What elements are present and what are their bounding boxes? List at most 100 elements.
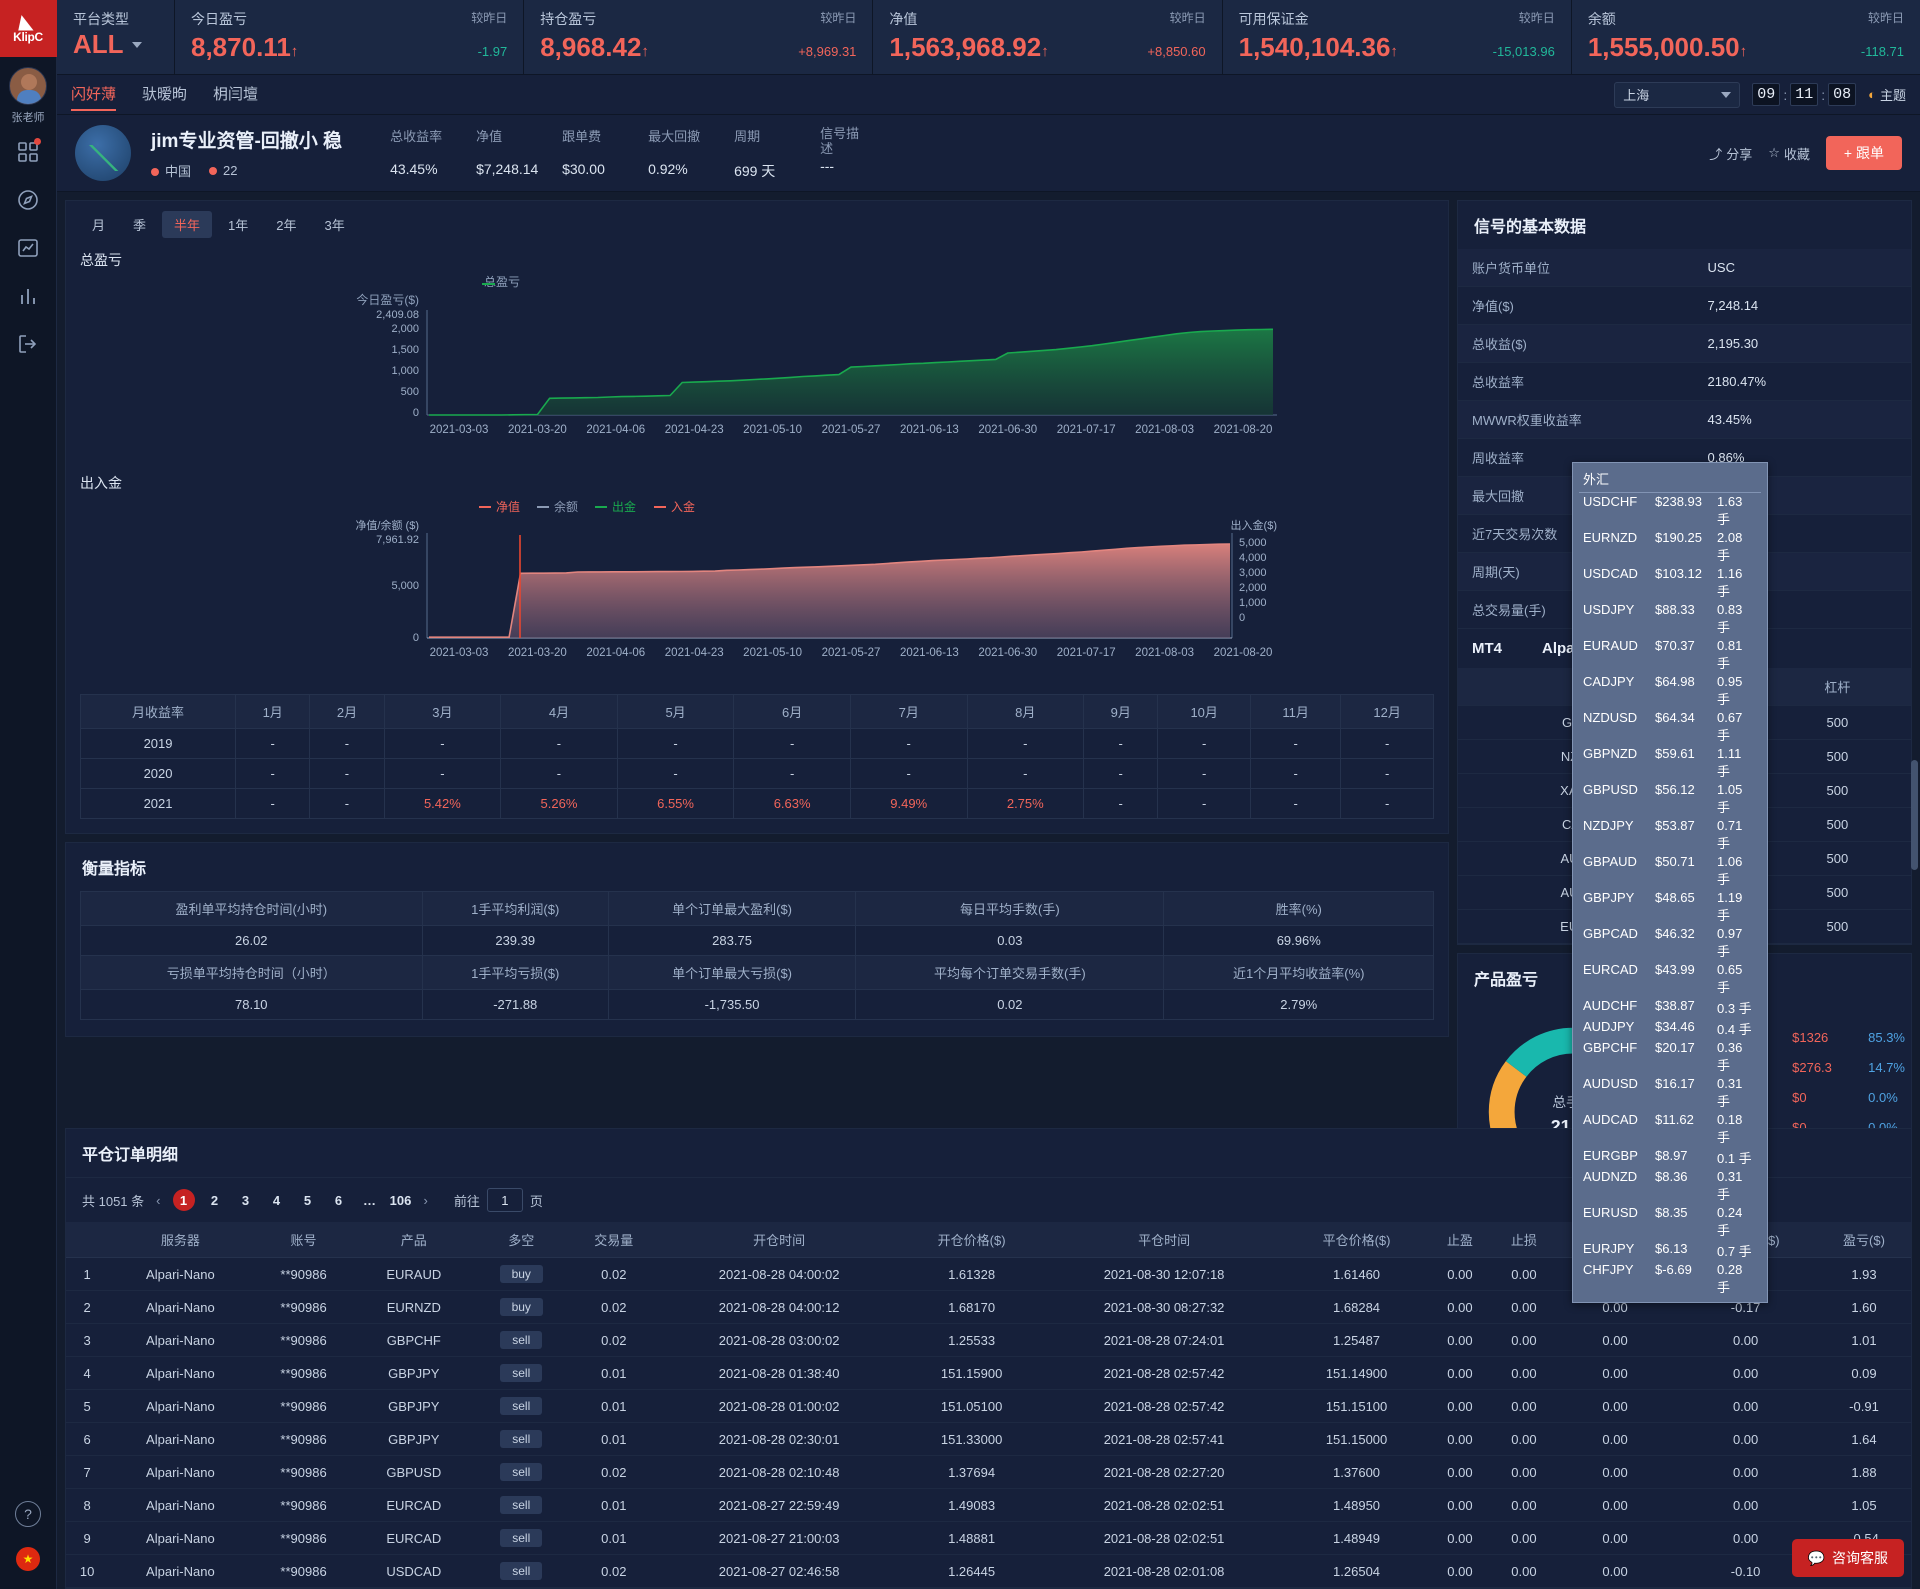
dashboard-icon[interactable]: [15, 138, 41, 165]
summary-label: 余额: [1587, 11, 1616, 27]
page-2[interactable]: 2: [204, 1189, 226, 1211]
page-scrollbar[interactable]: [1911, 760, 1918, 870]
period-tab-3y[interactable]: 3年: [313, 211, 357, 238]
deposit-withdraw-chart: 净值 余额 出金 入金 净值/余额 ($) 7,961.92 5,000 0 出: [355, 499, 1277, 659]
nav-tab-0[interactable]: 闪好薄: [71, 75, 117, 115]
city-value: 上海: [1623, 88, 1650, 103]
order-close-price: 1.68284: [1285, 1290, 1428, 1324]
page-4[interactable]: 4: [266, 1189, 288, 1211]
platform-type-cell[interactable]: 平台类型 ALL: [57, 0, 175, 74]
monthly-cell: -: [966, 758, 1085, 789]
product-leverage: 500: [1763, 841, 1911, 876]
share-button[interactable]: ⤴ 分享: [1709, 144, 1752, 163]
avatar[interactable]: [9, 67, 47, 105]
monthly-cell: -: [235, 728, 311, 759]
signal-stat-label: 最大回撤: [648, 128, 701, 144]
favorite-button[interactable]: ☆ 收藏: [1768, 144, 1810, 163]
orders-col-14: 盈亏($): [1817, 1222, 1911, 1258]
product-leverage: 500: [1763, 807, 1911, 842]
order-index: 7: [66, 1455, 109, 1489]
order-volume: 0.02: [569, 1323, 659, 1357]
page-1[interactable]: 1: [172, 1189, 195, 1211]
order-tp: 0.00: [1427, 1290, 1492, 1324]
clock: 09 : 11 : 08: [1752, 83, 1857, 106]
order-open-time: 2021-08-28 01:38:40: [658, 1356, 901, 1390]
period-tab-quarter[interactable]: 季: [121, 211, 158, 238]
order-close-time: 2021-08-28 02:27:20: [1042, 1455, 1286, 1489]
table-row[interactable]: 8 Alpari-Nano **90986 EURCAD sell 0.01 2021-08…: [66, 1488, 1911, 1522]
order-open-price: 151.05100: [900, 1389, 1043, 1423]
signal-stat-4: 周期 699 天: [734, 126, 820, 181]
signal-stats: 总收益率 43.45% 净值 $7,248.14 跟单费 $30.00 最大回撤…: [390, 126, 930, 181]
signal-stat-value: $7,248.14: [476, 160, 539, 177]
platform-select[interactable]: ALL: [73, 29, 158, 60]
table-row: 2020- - - - - - - - - - - -: [79, 758, 1434, 789]
order-index: 10: [66, 1554, 109, 1588]
monthly-cell: -: [309, 788, 385, 819]
order-server: Alpari-Nano: [108, 1257, 253, 1291]
orders-col-3: 产品: [354, 1222, 473, 1258]
table-row[interactable]: 9 Alpari-Nano **90986 EURCAD sell 0.01 2021-08…: [66, 1521, 1911, 1555]
monthly-col-5: 5月: [616, 694, 735, 729]
logout-icon[interactable]: [15, 331, 41, 357]
page-6[interactable]: 6: [328, 1189, 350, 1211]
order-sl: 0.00: [1491, 1422, 1556, 1456]
follow-button[interactable]: + 跟单: [1825, 136, 1902, 170]
table-row[interactable]: 10 Alpari-Nano **90986 USDCAD sell 0.02 2021-0…: [66, 1554, 1911, 1588]
city-select[interactable]: 上海: [1614, 81, 1741, 108]
palette-icon: ◐: [1868, 87, 1876, 102]
period-tab-half-year[interactable]: 半年: [162, 211, 213, 238]
page-5[interactable]: 5: [297, 1189, 319, 1211]
compass-icon[interactable]: [15, 187, 41, 213]
period-tab-1y[interactable]: 1年: [216, 211, 260, 238]
customer-service-button[interactable]: 💬 咨询客服: [1791, 1539, 1904, 1577]
period-tab-month[interactable]: 月: [80, 211, 117, 238]
summary-bar: 平台类型 ALL 今日盈亏 较昨日 8,870.11↑ -1.97 持仓盈亏 较…: [57, 0, 1920, 75]
order-fee: 0.00: [1555, 1488, 1675, 1522]
table-row[interactable]: 6 Alpari-Nano **90986 GBPJPY sell 0.01 2021-08…: [66, 1422, 1911, 1456]
table-row[interactable]: 3 Alpari-Nano **90986 GBPCHF sell 0.02 2021-08…: [66, 1323, 1911, 1357]
metrics-panel: 衡量指标 盈利单平均持仓时间(小时) 1手平均利润($) 单个订单最大盈利($) 每日…: [65, 842, 1449, 1037]
trend-icon[interactable]: [15, 235, 41, 261]
total-pnl-chart: 总盈亏 今日盈亏($) 2,409.08 2,000 1,500 1,000 5…: [356, 275, 1277, 436]
metrics-title: 衡量指标: [82, 861, 147, 878]
order-account: **90986: [252, 1554, 355, 1588]
tooltip-symbol: NZDUSD: [1583, 710, 1638, 725]
nav-tab-2[interactable]: 枂闫壇: [213, 75, 258, 115]
order-product: GBPUSD: [354, 1455, 473, 1489]
help-icon[interactable]: ?: [15, 1501, 41, 1527]
order-sl: 0.00: [1491, 1488, 1556, 1522]
table-row[interactable]: 5 Alpari-Nano **90986 GBPJPY sell 0.01 2021-08…: [66, 1389, 1911, 1423]
order-server: Alpari-Nano: [108, 1389, 253, 1423]
period-tab-2y[interactable]: 2年: [264, 211, 308, 238]
summary-delta-label: 较昨日: [1868, 11, 1905, 25]
svg-text:净值: 净值: [496, 499, 520, 514]
table-row: 2019- - - - - - - - - - - -: [79, 728, 1434, 759]
platform-value: ALL: [73, 29, 124, 59]
theme-toggle[interactable]: ◐ 主题: [1868, 85, 1906, 104]
language-flag-icon[interactable]: ★: [16, 1547, 40, 1571]
x-tick-8: 2021-07-17: [1057, 647, 1116, 659]
page-3[interactable]: 3: [235, 1189, 257, 1211]
order-volume: 0.01: [569, 1488, 659, 1522]
brand-logo[interactable]: ◣ KlipC: [0, 0, 57, 57]
next-page-icon[interactable]: ›: [421, 1193, 431, 1208]
nav-tab-1[interactable]: 驮暧昫: [142, 75, 187, 115]
tooltip-amount: $103.12: [1655, 566, 1702, 581]
monthly-col-1: 1月: [235, 694, 311, 729]
order-product: USDCAD: [354, 1554, 473, 1588]
bar-chart-icon[interactable]: [15, 283, 41, 309]
prev-page-icon[interactable]: ‹: [153, 1193, 163, 1208]
x-tick-9: 2021-08-03: [1135, 424, 1194, 436]
metric-header-3: 平均每个订单交易手数(手): [855, 955, 1165, 990]
table-row[interactable]: 7 Alpari-Nano **90986 GBPUSD sell 0.02 2021-08…: [66, 1455, 1911, 1489]
signal-stat-label: 信号描述: [820, 125, 860, 156]
tooltip-symbol: EURGBP: [1583, 1148, 1638, 1163]
summary-delta: +8,969.31: [798, 44, 857, 59]
order-sl: 0.00: [1491, 1521, 1556, 1555]
page-last[interactable]: 106: [390, 1189, 412, 1211]
goto-input[interactable]: [486, 1188, 523, 1212]
tooltip-amount: $50.71: [1655, 854, 1695, 869]
table-row[interactable]: 4 Alpari-Nano **90986 GBPJPY sell 0.01 2021-08…: [66, 1356, 1911, 1390]
order-fee: 0.00: [1555, 1455, 1675, 1489]
